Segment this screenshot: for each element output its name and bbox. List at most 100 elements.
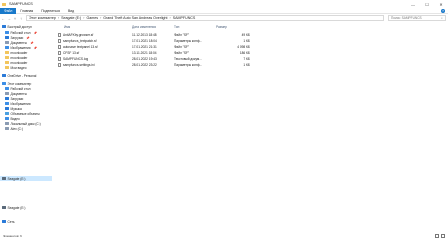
tab-file[interactable]: Файл xyxy=(0,7,17,14)
drive-icon xyxy=(5,122,9,125)
file-type-text: Файл "SF" xyxy=(174,44,190,49)
status-bar: Элементов: 6 xyxy=(0,232,448,240)
minimize-button[interactable]: — xyxy=(406,0,420,8)
chevron-right-icon: › xyxy=(100,16,102,20)
sidebar-item-label: Загрузки xyxy=(10,96,24,101)
file-name-text: autosave textpanel 13.sf xyxy=(63,44,98,49)
title-bar: SAMPFUNCS — ☐ ✕ xyxy=(0,0,448,8)
help-icon[interactable]: ? xyxy=(441,9,445,13)
folder-icon xyxy=(5,51,9,54)
window-controls: — ☐ ✕ xyxy=(406,0,448,8)
file-date: 13.11.2021 18:04 xyxy=(132,50,157,55)
sidebar-item-label: OneDrive - Personal xyxy=(7,73,37,78)
file-type: Параметры конф... xyxy=(174,38,202,43)
table-row[interactable]: SAMPFUNCS.log 28.01.2022 19:43 Текстовый д… xyxy=(56,56,276,61)
folder-icon xyxy=(5,56,9,59)
sidebar-item-label: Рабочий стол xyxy=(10,30,31,35)
file-date-text: 28.01.2022 19:43 xyxy=(132,56,157,61)
navigation-pane: Быстрый доступ Рабочий стол 📌 Загрузки 📌 Доку… xyxy=(0,24,52,232)
window-title: SAMPFUNCS xyxy=(9,2,33,6)
sidebar-item[interactable]: Seagate (E:) xyxy=(0,205,52,210)
breadcrumb-seagate[interactable]: Seagate (E:) xyxy=(61,16,81,20)
sidebar-item-label: Видео xyxy=(10,116,20,121)
sidebar-item-label: Рабочий стол xyxy=(10,86,31,91)
tab-share[interactable]: Поделиться xyxy=(37,9,64,13)
downloads-icon xyxy=(5,97,9,100)
file-icon xyxy=(58,38,61,43)
sidebar-item[interactable]: Быстрый доступ xyxy=(0,24,52,29)
breadcrumb-this-pc[interactable]: Этот компьютер xyxy=(29,16,56,20)
up-button[interactable]: ↑ xyxy=(18,16,24,22)
videos-icon xyxy=(5,117,9,120)
file-type: Параметры конф... xyxy=(174,62,202,67)
column-date[interactable]: Дата изменения xyxy=(132,24,156,30)
file-type-text: Файл "SF" xyxy=(174,50,190,55)
documents-icon xyxy=(5,92,9,95)
sidebar-item[interactable]: Сеть xyxy=(0,219,52,224)
search-input[interactable]: Поиск: SAMPFUNCS ⌕ xyxy=(388,15,446,21)
details-view-icon[interactable] xyxy=(435,234,439,238)
file-date-text: 28.01.2022 23:22 xyxy=(132,62,157,67)
file-date-text: 17.01.2021 18:04 xyxy=(132,38,157,43)
file-name-text: CFSF 13.sf xyxy=(63,50,80,55)
table-row[interactable]: autosave textpanel 13.sf 17.01.2021 21:31… xyxy=(56,44,276,49)
file-size-text: 49 КБ xyxy=(241,32,250,37)
sidebar-item[interactable]: Alex (C:) xyxy=(0,126,52,131)
sidebar-item-label: Seagate (E:) xyxy=(7,176,26,181)
item-count: Элементов: 6 xyxy=(3,234,22,238)
file-name: SAMPFUNCS.log xyxy=(58,56,88,61)
file-icon xyxy=(58,62,61,67)
sidebar-item[interactable]: Seagate (E:) xyxy=(0,176,52,181)
pin-icon: 📌 xyxy=(33,30,37,35)
pictures-icon xyxy=(5,102,9,105)
file-name: sampfuncs_textpatch.sf xyxy=(58,38,97,43)
file-size: 4 098 КБ xyxy=(216,44,250,49)
file-type: Текстовый докум... xyxy=(174,56,202,61)
file-type-text: Текстовый докум... xyxy=(174,56,202,61)
chevron-right-icon: › xyxy=(169,16,171,20)
computer-icon xyxy=(2,82,6,85)
sidebar-item-label: Быстрый доступ xyxy=(7,24,32,29)
table-row[interactable]: sampfuncs_textpatch.sf 17.01.2021 18:04 Па… xyxy=(56,38,276,43)
column-type[interactable]: Тип xyxy=(174,24,179,30)
table-row[interactable]: CFSF 13.sf 13.11.2021 18:04 Файл "SF" 186 К… xyxy=(56,50,276,55)
file-date-text: 17.01.2021 21:31 xyxy=(132,44,157,49)
file-list: Имя Дата изменения Тип Размер AntiAFKby.… xyxy=(56,24,448,232)
tab-view[interactable]: Вид xyxy=(64,9,78,13)
sidebar-item[interactable]: Мои видео xyxy=(0,65,52,70)
file-name: CFSF 13.sf xyxy=(58,50,79,55)
file-size-text: 7 КБ xyxy=(243,56,250,61)
maximize-button[interactable]: ☐ xyxy=(420,0,434,8)
folder-icon xyxy=(2,2,6,6)
file-date: 17.01.2021 18:04 xyxy=(132,38,157,43)
sidebar-item-label: Музыка xyxy=(10,106,22,111)
file-date: 28.01.2022 23:22 xyxy=(132,62,157,67)
file-date-text: 13.11.2021 18:04 xyxy=(132,50,157,55)
file-size-text: 4 098 КБ xyxy=(237,44,250,49)
sidebar-item[interactable]: OneDrive - Personal xyxy=(0,73,52,78)
address-bar[interactable]: Этот компьютер › Seagate (E:) › Games › … xyxy=(26,15,384,21)
breadcrumb-games[interactable]: Games xyxy=(86,16,98,20)
large-icons-view-icon[interactable] xyxy=(441,234,445,238)
drive-icon xyxy=(2,177,6,180)
sidebar-item-label: moonloader xyxy=(10,60,28,65)
file-icon xyxy=(58,56,61,61)
file-size: 7 КБ xyxy=(216,56,250,61)
tab-home[interactable]: Главная xyxy=(16,9,37,13)
sidebar-item-label: Alex (C:) xyxy=(10,126,23,131)
breadcrumb-gta[interactable]: Grand Theft Auto San Andreas Overlight xyxy=(103,16,167,20)
file-icon xyxy=(58,44,61,49)
file-name-text: SAMPFUNCS.log xyxy=(63,56,89,61)
table-row[interactable]: AntiAFKby.growser.sf 11.12.2013 18:48 Файл… xyxy=(56,32,276,37)
sidebar-item-label: moonloader xyxy=(10,50,28,55)
cloud-icon xyxy=(2,74,6,77)
file-size: 49 КБ xyxy=(216,32,250,37)
breadcrumb-sampfuncs[interactable]: SAMPFUNCS xyxy=(173,16,196,20)
close-button[interactable]: ✕ xyxy=(434,0,448,8)
file-size: 186 КБ xyxy=(216,50,250,55)
column-size[interactable]: Размер xyxy=(216,24,227,30)
column-name[interactable]: Имя xyxy=(64,24,70,30)
table-row[interactable]: sampfuncs-settings.ini 28.01.2022 23:22 Па… xyxy=(56,62,276,67)
sidebar-item-label: Документы xyxy=(10,40,27,45)
network-icon xyxy=(2,220,6,223)
